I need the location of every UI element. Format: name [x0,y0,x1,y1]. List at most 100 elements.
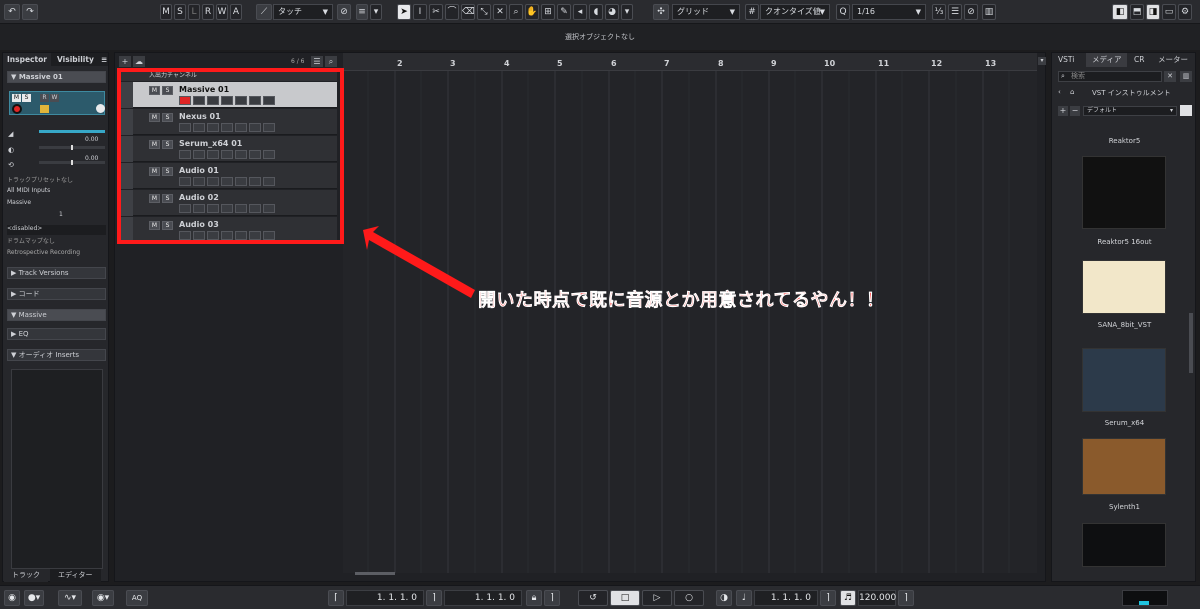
quantize-settings-icon[interactable]: ⊘ [964,4,978,20]
aq-button[interactable]: AQ [126,590,148,606]
write-mode-button[interactable]: W [216,4,228,20]
right-locator-display[interactable]: 1. 1. 1. 0 [444,590,522,606]
lock-icon[interactable]: 🔒︎ [526,590,542,606]
back-icon[interactable]: ‹ [1058,88,1061,96]
tab-meter[interactable]: メーター [1152,53,1194,67]
quantize-icon[interactable]: Q [836,4,850,20]
draw-tool-icon[interactable]: ✎ [557,4,571,20]
expand-icon[interactable]: ▾ [1038,57,1046,65]
search-input[interactable]: ⌕ 検索 [1058,71,1162,82]
solo-button[interactable]: S [22,94,31,102]
bank-select[interactable]: <disabled> [7,225,106,235]
automation-icon[interactable]: ⟋ [256,4,272,20]
left-zone-icon[interactable]: ◧ [1112,4,1128,20]
tab-visibility[interactable]: Visibility [53,53,98,66]
record-button[interactable] [12,104,22,114]
track-list-icon[interactable]: ☰ [311,56,323,67]
clear-search-icon[interactable]: ✕ [1164,71,1176,82]
right-locator-icon[interactable]: ⌉ [426,590,442,606]
plugin-label[interactable]: Reaktor5 16out [1052,238,1197,246]
plugin-label[interactable]: Reaktor5 [1052,137,1197,145]
read-mode-button[interactable]: R [202,4,214,20]
speaker-tool-icon[interactable]: ◖ [589,4,603,20]
plugin-thumb-next[interactable] [1082,523,1166,567]
undo-icon[interactable]: ↶ [4,4,20,20]
track-name-header[interactable]: ▼ Massive 01 [7,71,106,83]
mute-button[interactable]: M [12,94,21,102]
plugin-thumb-sana[interactable] [1082,260,1166,314]
edit-button[interactable] [96,104,105,113]
plugin-thumb-serum[interactable] [1082,348,1166,412]
path-label[interactable]: VST インストゥルメント [1092,88,1171,98]
pointer-tool-icon[interactable]: ➤ [397,4,411,20]
plugin-label[interactable]: SANA_8bit_VST [1052,321,1197,329]
horizontal-scrollbar[interactable] [355,572,395,575]
remove-preset-icon[interactable]: − [1070,106,1080,116]
plugin-label[interactable]: Serum_x64 [1052,419,1197,427]
listen-mode-button[interactable]: L [188,4,200,20]
add-preset-icon[interactable]: + [1058,106,1068,116]
view-icon[interactable]: ▥ [1180,71,1192,82]
midi-input-select[interactable]: All MIDI Inputs [7,187,106,197]
drum-map-select[interactable]: ドラムマップなし [7,236,106,246]
solo-mode-button[interactable]: S [174,4,186,20]
snap-type-select[interactable]: グリッド ▼ [672,4,740,20]
lower-zone-icon[interactable]: ⬒ [1130,4,1144,20]
record-mode-icon[interactable]: ●▾ [24,590,44,606]
play-tool-icon[interactable]: ◂ [573,4,587,20]
section-eq[interactable]: ▶ EQ [7,328,106,340]
split-tool-icon[interactable]: ✂ [429,4,443,20]
hand-tool-icon[interactable]: ✋ [525,4,539,20]
comp-tool-icon[interactable]: ⊞ [541,4,555,20]
plugin-label[interactable]: Sylenth1 [1052,503,1197,511]
section-instrument[interactable]: ▼ Massive [7,309,106,321]
tab-cr[interactable]: CR [1128,53,1150,67]
automation-mode-select[interactable]: タッチ ▼ [273,4,333,20]
tab-editor[interactable]: エディター [50,569,101,582]
search-icon[interactable]: ⌕ [325,56,337,67]
write-button[interactable]: W [50,94,59,102]
menu-icon[interactable]: ≡ [97,53,111,66]
mute-mode-button[interactable]: M [160,4,172,20]
vertical-scrollbar[interactable] [1189,313,1193,373]
stop-button[interactable]: □ [610,590,640,606]
left-locator-icon[interactable]: ⌈ [328,590,344,606]
event-display[interactable] [343,71,1037,573]
punch-icon[interactable]: ◉▾ [92,590,114,606]
dropdown-icon[interactable]: ▾ [370,4,382,20]
stretch-tool-icon[interactable]: ⤡ [477,4,491,20]
right-zone-icon[interactable]: ◨ [1146,4,1160,20]
record-transport-button[interactable]: ○ [674,590,704,606]
left-locator-display[interactable]: 1. 1. 1. 0 [346,590,424,606]
volume-slider[interactable] [39,130,105,133]
sync-icon[interactable]: ◑ [716,590,732,606]
section-audio-inserts[interactable]: ▼ オーディオ Inserts [7,349,106,361]
ruler[interactable]: 2 3 4 5 6 7 8 9 10 11 12 13 [343,53,1037,71]
cloud-icon[interactable]: ☁ [133,56,145,67]
activity-icon[interactable]: ◉ [4,590,20,606]
quantize-value-select[interactable]: 1/16 ▼ [852,4,926,20]
tab-vsti[interactable]: VSTi [1052,53,1080,67]
home-icon[interactable]: ⌂ [1070,88,1074,96]
zoom-tool-icon[interactable]: ⌕ [509,4,523,20]
color-tool-icon[interactable]: ◕ [605,4,619,20]
fraction-icon[interactable]: ⅓ [932,4,946,20]
tab-media[interactable]: メディア [1086,53,1128,67]
instrument-output-select[interactable]: Massive [7,199,106,209]
snap-icon[interactable]: ✣ [653,4,669,20]
layout-icon[interactable]: ▭ [1162,4,1176,20]
color-dropdown-icon[interactable]: ▾ [621,4,633,20]
plugin-thumb-sylenth[interactable] [1082,438,1166,495]
image-view-icon[interactable] [1180,105,1192,116]
tempo-icon[interactable]: ♬ [840,590,856,606]
toggle-icon[interactable]: ≡ [356,4,368,20]
retrospective-record[interactable]: Retrospective Recording [7,249,106,259]
section-track-versions[interactable]: ▶ Track Versions [7,267,106,279]
add-track-icon[interactable]: + [119,56,131,67]
midi-channel[interactable]: 1 [59,211,63,218]
plugin-thumb-reaktor[interactable] [1082,156,1166,229]
insert-slots[interactable] [11,369,103,569]
tempo-mode-icon[interactable]: ⌉ [898,590,914,606]
glue-tool-icon[interactable]: ⌒ [445,4,459,20]
automation-button[interactable]: A [230,4,242,20]
